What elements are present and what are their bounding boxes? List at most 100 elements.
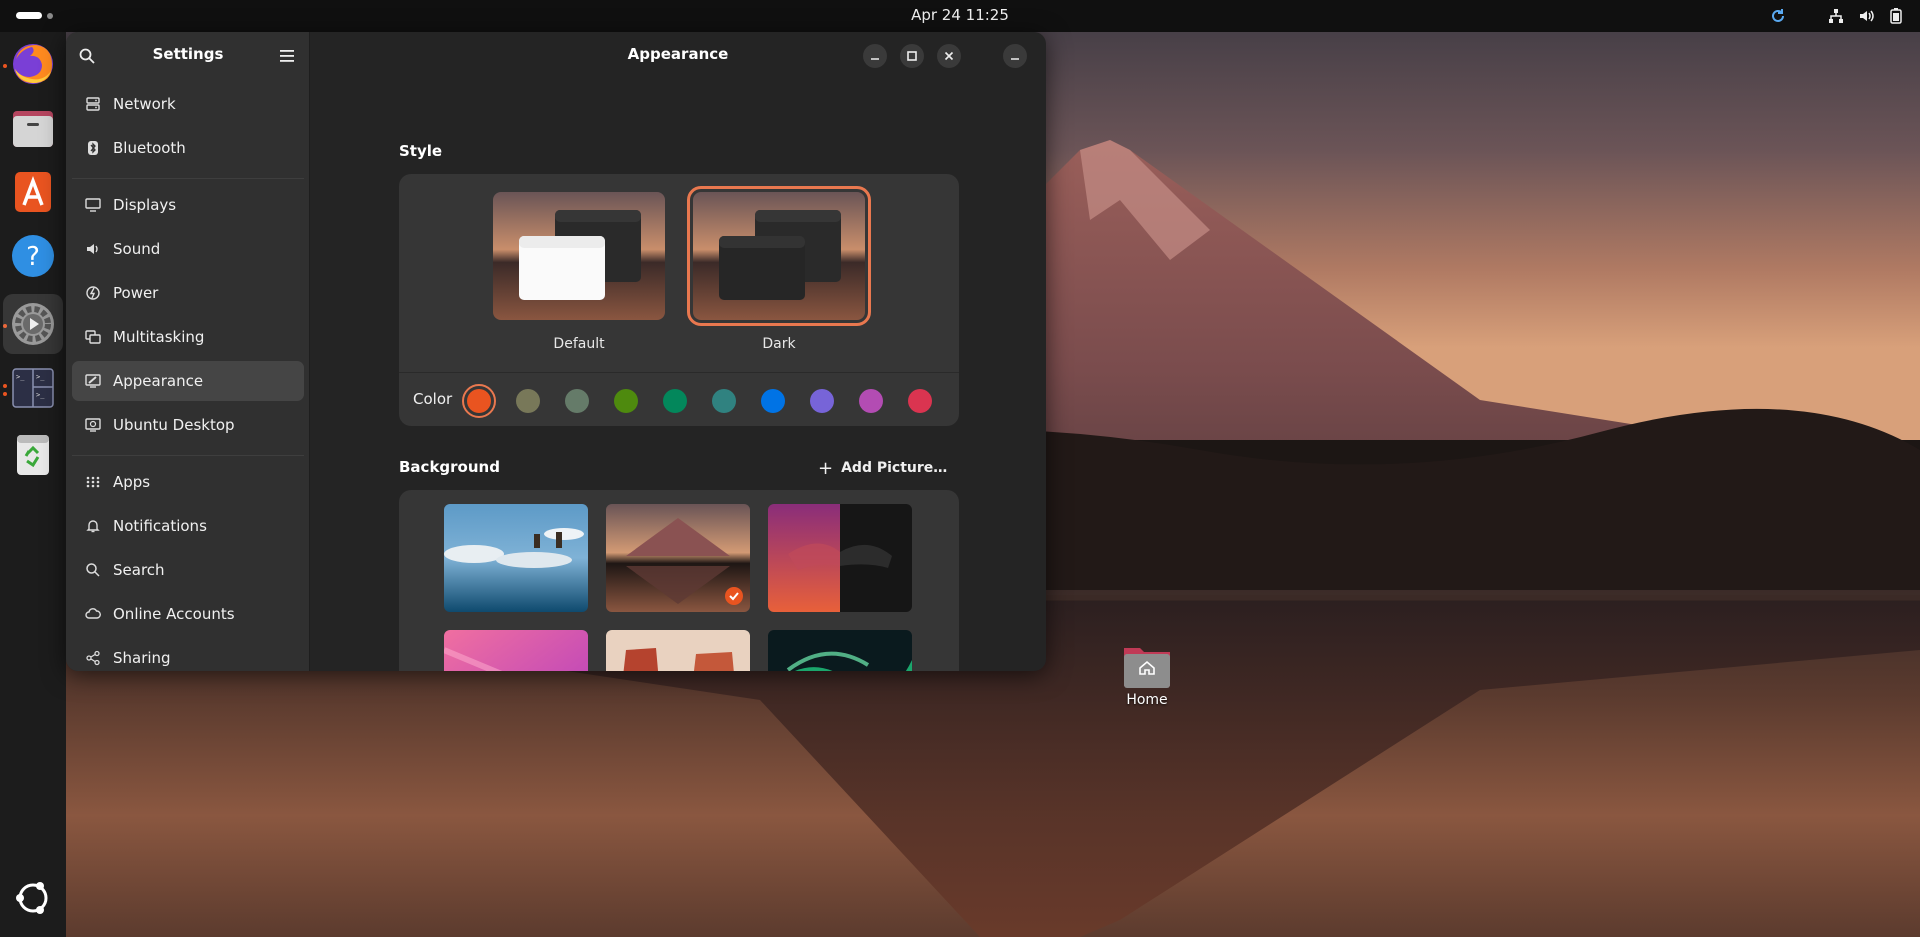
color-row-divider [399, 372, 959, 373]
sidebar-item-multitasking[interactable]: Multitasking [72, 317, 304, 357]
background-thumb-mountain-lake[interactable] [606, 504, 750, 612]
sidebar-item-online-accounts[interactable]: Online Accounts [72, 594, 304, 634]
close-button[interactable] [937, 44, 961, 68]
background-thumb-clouds-reflection[interactable] [444, 504, 588, 612]
sidebar-divider [72, 178, 304, 179]
minimize-icon [871, 58, 879, 60]
accent-color-swatch[interactable] [908, 389, 932, 413]
accent-color-swatch[interactable] [810, 389, 834, 413]
maximize-icon [907, 51, 917, 61]
accent-color-swatch[interactable] [462, 384, 496, 418]
sidebar-item-label: Apps [113, 473, 151, 491]
accent-color-swatch[interactable] [761, 389, 785, 413]
background-thumb-aurora[interactable] [768, 630, 912, 671]
network-icon[interactable] [1826, 6, 1846, 26]
background-thumb-pink-abstract[interactable] [444, 630, 588, 671]
apps-grid-icon [84, 473, 102, 491]
clock[interactable]: Apr 24 11:25 [911, 6, 1009, 24]
bluetooth-icon [84, 139, 102, 157]
minimize-button[interactable] [1003, 44, 1027, 68]
sidebar-item-label: Sharing [113, 649, 171, 667]
sidebar-divider [72, 455, 304, 456]
search-icon [84, 561, 102, 579]
dark-style-label: Dark [762, 336, 796, 352]
refresh-icon[interactable] [1768, 6, 1788, 26]
appearance-icon [84, 372, 102, 390]
top-bar: Apr 24 11:25 [0, 0, 1920, 32]
sidebar-item-appearance[interactable]: Appearance [72, 361, 304, 401]
svg-text:>_: >_ [36, 373, 45, 381]
main-menu-button[interactable] [276, 45, 298, 67]
default-style-preview[interactable] [493, 192, 665, 320]
trash-icon[interactable] [3, 424, 63, 484]
content-header: Appearance [310, 32, 1046, 78]
appearance-panel: Style Default Dark Color Background + Ad… [310, 78, 1046, 671]
accent-color-swatch[interactable] [712, 389, 736, 413]
maximize-button[interactable] [900, 44, 924, 68]
selected-check-icon [725, 587, 743, 605]
close-icon [944, 51, 954, 61]
volume-icon[interactable] [1856, 6, 1876, 26]
power-icon [84, 284, 102, 302]
sidebar-item-label: Displays [113, 196, 177, 214]
sidebar-item-label: Ubuntu Desktop [113, 416, 235, 434]
bell-icon [84, 517, 102, 535]
app-center-icon[interactable] [3, 162, 63, 222]
sidebar-item-sharing[interactable]: Sharing [72, 638, 304, 671]
sidebar-header: Settings [66, 32, 310, 78]
accent-color-swatch[interactable] [663, 389, 687, 413]
home-folder-label: Home [1126, 692, 1168, 708]
sidebar-item-label: Notifications [113, 517, 207, 535]
sidebar-item-sound[interactable]: Sound [72, 229, 304, 269]
dock: ? >_ >_ >_ [0, 32, 66, 937]
sidebar-item-label: Multitasking [113, 328, 205, 346]
firefox-icon[interactable] [3, 34, 63, 94]
sidebar-item-label: Network [113, 95, 176, 113]
multitasking-icon [84, 328, 102, 346]
sidebar-title-area: Settings [66, 45, 310, 63]
accent-color-swatch[interactable] [614, 389, 638, 413]
background-thumb-numbat-purple[interactable] [768, 504, 912, 612]
background-heading: Background [399, 458, 500, 476]
sidebar-item-network[interactable]: Network [72, 84, 304, 124]
style-heading: Style [399, 142, 443, 160]
help-icon[interactable]: ? [3, 226, 63, 286]
workspace-indicator-active [16, 12, 42, 19]
minimize-icon [1011, 58, 1019, 60]
sidebar-item-bluetooth[interactable]: Bluetooth [72, 128, 304, 168]
minimize-button[interactable] [863, 44, 887, 68]
svg-text:>_: >_ [16, 373, 25, 381]
color-label: Color [413, 390, 453, 408]
add-picture-button[interactable]: + Add Picture… [818, 456, 947, 480]
system-tray[interactable] [1768, 6, 1906, 26]
sidebar-item-power[interactable]: Power [72, 273, 304, 313]
svg-text:?: ? [26, 242, 40, 272]
sidebar-item-label: Power [113, 284, 159, 302]
sidebar-item-ubuntu-desktop[interactable]: Ubuntu Desktop [72, 405, 304, 445]
accent-color-swatch[interactable] [859, 389, 883, 413]
settings-icon[interactable] [3, 294, 63, 354]
sidebar-item-label: Search [113, 561, 165, 579]
battery-icon[interactable] [1886, 6, 1906, 26]
dark-style-preview[interactable] [687, 186, 871, 326]
sidebar-item-apps[interactable]: Apps [72, 462, 304, 502]
hamburger-menu-icon [280, 50, 294, 62]
background-grid [399, 490, 959, 671]
accent-color-swatch[interactable] [516, 389, 540, 413]
background-thumb-desert-canyon[interactable] [606, 630, 750, 671]
page-title: Appearance [627, 45, 729, 63]
files-icon[interactable] [3, 98, 63, 158]
activities-button[interactable] [16, 12, 53, 19]
workspace-indicator [47, 12, 53, 19]
sidebar-item-label: Sound [113, 240, 161, 258]
terminal-icon[interactable]: >_ >_ >_ [3, 358, 63, 418]
speaker-icon [84, 240, 102, 258]
sidebar-item-displays[interactable]: Displays [72, 185, 304, 225]
sidebar-item-search[interactable]: Search [72, 550, 304, 590]
sidebar-item-label: Bluetooth [113, 139, 186, 157]
sidebar-item-notifications[interactable]: Notifications [72, 506, 304, 546]
search-button[interactable] [76, 45, 98, 67]
ubuntu-logo-icon[interactable] [3, 868, 63, 928]
accent-color-swatch[interactable] [565, 389, 589, 413]
ubuntu-desktop-icon [84, 416, 102, 434]
